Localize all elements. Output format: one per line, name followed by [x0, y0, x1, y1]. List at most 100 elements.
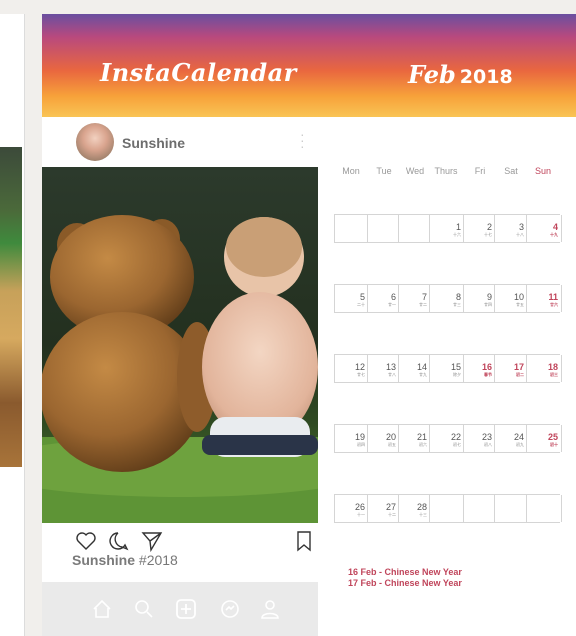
weekday-thurs: Thurs	[434, 166, 458, 176]
calendar-day[interactable]: 22 初七	[429, 425, 464, 452]
calendar-day[interactable]: 6 廿一	[367, 285, 399, 312]
lunar-date: 十六	[453, 232, 461, 237]
lunar-date: 廿三	[453, 302, 461, 307]
calendar-day[interactable]: 3 十八	[494, 215, 527, 242]
calendar-day[interactable]: 7 廿二	[398, 285, 430, 312]
lunar-date: 十八	[516, 232, 524, 237]
lunar-date: 初九	[516, 442, 524, 447]
day-number: 2	[486, 222, 492, 232]
lunar-date: 初五	[388, 442, 396, 447]
calendar-day[interactable]: 16 春节	[463, 355, 495, 382]
activity-icon[interactable]	[218, 597, 242, 621]
calendar-day[interactable]: 8 廿三	[429, 285, 464, 312]
calendar-empty-cell	[398, 215, 430, 242]
calendar-day[interactable]: 2 十七	[463, 215, 495, 242]
day-number: 14	[416, 362, 427, 372]
lunar-date: 春节	[484, 372, 492, 377]
calendar-empty-cell	[334, 215, 368, 242]
day-number: 27	[385, 502, 396, 512]
lunar-date: 二十	[357, 302, 365, 307]
calendar-day[interactable]: 24 初九	[494, 425, 527, 452]
calendar-day[interactable]: 27 十二	[367, 495, 399, 522]
calendar-day[interactable]: 10 廿五	[494, 285, 527, 312]
day-number: 16	[481, 362, 492, 372]
calendar-day[interactable]: 9 廿四	[463, 285, 495, 312]
day-number: 28	[416, 502, 427, 512]
lunar-date: 十九	[550, 232, 558, 237]
day-number: 24	[513, 432, 524, 442]
event-item: 17 Feb - Chinese New Year	[348, 578, 462, 588]
post-header: Sunshine · · ·	[42, 117, 318, 167]
lunar-date: 十三	[419, 512, 427, 517]
calendar-day[interactable]: 13 廿八	[367, 355, 399, 382]
lunar-date: 廿七	[357, 372, 365, 377]
day-number: 7	[421, 292, 427, 302]
send-icon[interactable]	[140, 529, 164, 553]
calendar-week: 26 十一 27 十二 28 十三	[334, 494, 562, 523]
lunar-date: 初七	[453, 442, 461, 447]
lunar-date: 廿八	[388, 372, 396, 377]
month-title: Feb 2018	[408, 60, 513, 89]
calendar-day[interactable]: 19 初四	[334, 425, 368, 452]
day-number: 13	[385, 362, 396, 372]
calendar-day[interactable]: 12 廿七	[334, 355, 368, 382]
calendar-day[interactable]: 26 十一	[334, 495, 368, 522]
calendar-day[interactable]: 18 初三	[526, 355, 562, 382]
month-label: Feb	[408, 60, 456, 89]
calendar-day[interactable]: 4 十九	[526, 215, 562, 242]
calendar-day[interactable]: 1 十六	[429, 215, 464, 242]
day-number: 5	[359, 292, 365, 302]
calendar-card: InstaCalendar Feb 2018 Sunshine · · · Su…	[42, 14, 576, 636]
year-label: 2018	[459, 66, 513, 88]
day-number: 20	[385, 432, 396, 442]
day-number: 26	[354, 502, 365, 512]
day-number: 12	[354, 362, 365, 372]
lunar-date: 十一	[357, 512, 365, 517]
add-icon[interactable]	[174, 597, 198, 621]
lunar-date: 廿五	[516, 302, 524, 307]
caption-hashtag[interactable]: #2018	[139, 552, 178, 568]
day-number: 21	[416, 432, 427, 442]
calendar-day[interactable]: 17 初二	[494, 355, 527, 382]
calendar-day[interactable]: 20 初五	[367, 425, 399, 452]
profile-icon[interactable]	[258, 597, 282, 621]
day-number: 23	[481, 432, 492, 442]
lunar-date: 初二	[516, 372, 524, 377]
heart-icon[interactable]	[74, 529, 98, 553]
calendar-day[interactable]: 23 初八	[463, 425, 495, 452]
event-item: 16 Feb - Chinese New Year	[348, 567, 462, 577]
weekday-sun: Sun	[534, 166, 551, 176]
post-username[interactable]: Sunshine	[122, 135, 185, 151]
more-icon[interactable]: · · ·	[300, 127, 305, 153]
comment-icon[interactable]	[106, 529, 130, 553]
day-number: 17	[513, 362, 524, 372]
calendar-day[interactable]: 14 廿九	[398, 355, 430, 382]
caption-username[interactable]: Sunshine	[72, 552, 135, 568]
calendar-week: 1 十六 2 十七 3 十八 4 十九	[334, 214, 562, 243]
bookmark-icon[interactable]	[292, 529, 316, 553]
post-caption: Sunshine #2018	[72, 552, 178, 568]
calendar-day[interactable]: 25 初十	[526, 425, 562, 452]
day-number: 9	[486, 292, 492, 302]
day-number: 22	[450, 432, 461, 442]
day-number: 18	[547, 362, 558, 372]
calendar-week: 12 廿七 13 廿八 14 廿九 15 除夕 16 春节 17 初二 18 初三	[334, 354, 562, 383]
day-number: 3	[518, 222, 524, 232]
lunar-date: 初六	[419, 442, 427, 447]
calendar-day[interactable]: 11 廿六	[526, 285, 562, 312]
lunar-date: 初三	[550, 372, 558, 377]
home-icon[interactable]	[90, 597, 114, 621]
avatar[interactable]	[76, 123, 114, 161]
calendar-week: 5 二十 6 廿一 7 廿二 8 廿三 9 廿四 10 廿五 11 廿六	[334, 284, 562, 313]
weekday-sat: Sat	[504, 166, 518, 176]
search-icon[interactable]	[132, 597, 156, 621]
calendar-day[interactable]: 15 除夕	[429, 355, 464, 382]
calendar-day[interactable]: 28 十三	[398, 495, 430, 522]
lunar-date: 初八	[484, 442, 492, 447]
lunar-date: 廿二	[419, 302, 427, 307]
bottom-tab-bar	[42, 582, 318, 636]
calendar-day[interactable]: 5 二十	[334, 285, 368, 312]
post-photo	[42, 167, 318, 523]
calendar-day[interactable]: 21 初六	[398, 425, 430, 452]
lunar-date: 初十	[550, 442, 558, 447]
